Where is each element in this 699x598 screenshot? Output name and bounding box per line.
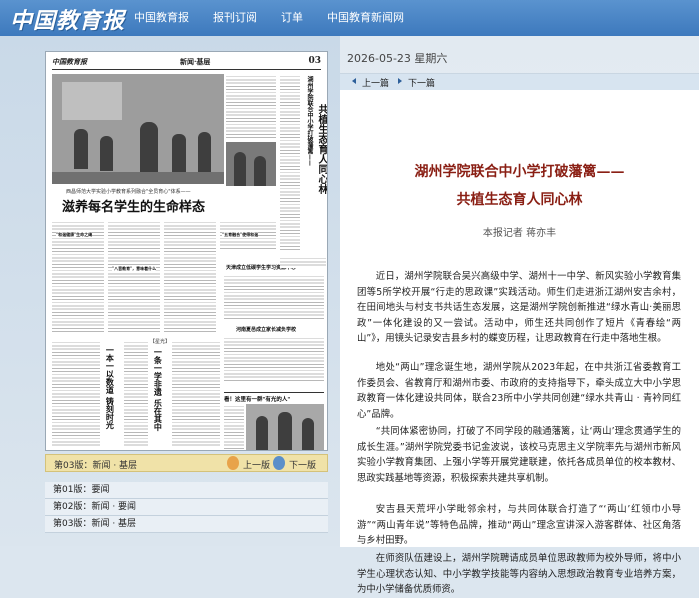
text-column: [224, 274, 324, 320]
kicker-vertical-2[interactable]: 一条一学非遗 乐在其中: [153, 348, 163, 448]
newspaper-page-pane: 中国教育报 新闻·基层 03 湖州学院联合中小学打破藩篱—— 共植生态育人同心林…: [0, 36, 340, 546]
text-column: [224, 336, 324, 382]
article-title-line1: 湖州学院联合中小学打破藩篱——: [414, 164, 625, 180]
nav-link-subscribe[interactable]: 报刊订阅: [201, 0, 269, 36]
text-column: [226, 74, 276, 138]
article-photo-children[interactable]: [246, 404, 324, 450]
next-article-icon[interactable]: [398, 76, 402, 86]
current-page-label: 第03版：新闻 · 基层: [54, 461, 138, 471]
prev-article-link[interactable]: 上一篇: [362, 76, 389, 89]
kicker-head: 【星光】: [150, 339, 171, 345]
next-page-link[interactable]: 下一版: [289, 458, 316, 471]
paper-page-number: 03: [308, 56, 321, 66]
paper-headline-main[interactable]: 滋养每名学生的生命样态: [62, 196, 205, 215]
article-paragraph: 地处“两山”理念诞生地，湖州学院从2023年起，在中共浙江省委教育工作委员会、省…: [357, 362, 681, 420]
brief-title-2[interactable]: 河南夏邑成立家长减负学校: [236, 326, 296, 333]
column-heading-2: "八音教育"，意味着什么: [112, 266, 157, 272]
paper-section-name: 新闻·基层: [180, 57, 211, 66]
newspaper-page-thumbnail[interactable]: 中国教育报 新闻·基层 03 湖州学院联合中小学打破藩篱—— 共植生态育人同心林…: [45, 51, 328, 451]
text-column: [124, 340, 148, 448]
page-list-item[interactable]: 第02版：新闻 · 要闻: [45, 499, 328, 516]
article-paragraph: 近日，湖州学院联合吴兴高级中学、湖州十一中学、新风实验小学教育集团等5所学校开展…: [357, 271, 681, 344]
site-logo[interactable]: 中国教育报: [10, 3, 125, 35]
issue-date: 2026-05-23 星期六: [347, 52, 448, 65]
main-nav: 中国教育报 报刊订阅 订单 中国教育新闻网: [122, 0, 416, 36]
article-pane: 2026-05-23 星期六 上一篇 下一篇 湖州学院联合中小学打破藩篱—— 共…: [340, 36, 699, 595]
prev-article-icon[interactable]: [352, 76, 356, 86]
article-photo-classroom[interactable]: [52, 74, 224, 184]
nav-link-orders[interactable]: 订单: [269, 0, 315, 36]
next-page-icon[interactable]: [273, 456, 285, 470]
article-paragraph: “共同体紧密协同，打破了不同学段的融通藩篱，让‘两山’理念贯通学生的成长生涯。”…: [357, 426, 681, 484]
text-column: [280, 256, 326, 268]
column-heading-1: "和谐健康"生命之绳: [56, 232, 93, 238]
nav-link-news-site[interactable]: 中国教育新闻网: [315, 0, 416, 36]
page-list: 第01版：要闻 第02版：新闻 · 要闻 第03版：新闻 · 基层: [45, 482, 328, 533]
article-content: 上一篇 下一篇 湖州学院联合中小学打破藩篱—— 共植生态育人同心林 本报记者 蒋…: [340, 73, 699, 595]
article-nav-bar: 上一篇 下一篇: [340, 74, 699, 90]
prev-page-icon[interactable]: [227, 456, 239, 470]
paper-headline-sub[interactable]: 西昌师范大学实验小学教育系列融合"全员育心"体系——: [66, 188, 191, 195]
paper-page-header: 中国教育报 新闻·基层 03: [52, 56, 321, 70]
next-article-link[interactable]: 下一篇: [408, 76, 435, 89]
article-title-line2: 共植生态育人同心林: [456, 192, 583, 208]
prev-page-link[interactable]: 上一版: [243, 458, 270, 471]
column-heading-3: "五育融合"使得和谐: [222, 232, 259, 238]
article-photo-students[interactable]: [226, 142, 276, 186]
page-list-item[interactable]: 第01版：要闻: [45, 482, 328, 499]
vertical-headline-sub[interactable]: 湖州学院联合中小学打破藩篱——: [304, 76, 313, 166]
text-column: [280, 74, 300, 250]
page-pagination-bar: 第03版：新闻 · 基层 上一版 下一版: [45, 454, 328, 472]
kicker-vertical-1[interactable]: 一本一以数道 铸刻时光: [105, 346, 115, 446]
article-paragraph: 安吉县天荒坪小学毗邻余村，与共同体联合打造了“‘两山’红领巾小导游”“两山青年说…: [357, 504, 681, 546]
paper-masthead: 中国教育报: [52, 57, 87, 66]
text-column: [52, 340, 100, 448]
text-column: [224, 404, 244, 450]
article-byline: 本报记者 蒋亦丰: [482, 228, 557, 239]
top-navigation-bar: 中国教育报 中国教育报 报刊订阅 订单 中国教育新闻网: [0, 0, 699, 36]
text-column: [172, 340, 220, 448]
text-column: [108, 220, 160, 334]
nav-link-home[interactable]: 中国教育报: [122, 0, 201, 36]
article-paragraph: 在师资队伍建设上，湖州学院聘请成员单位思政教师为校外导师，将中小学生心理状态认知…: [357, 553, 681, 595]
vertical-headline-main[interactable]: 共植生态育人同心林: [312, 104, 327, 194]
kicker-box-title[interactable]: 看！这里有一群"有光的人": [224, 392, 324, 403]
text-column: [164, 220, 216, 334]
page-list-item[interactable]: 第03版：新闻 · 基层: [45, 516, 328, 533]
